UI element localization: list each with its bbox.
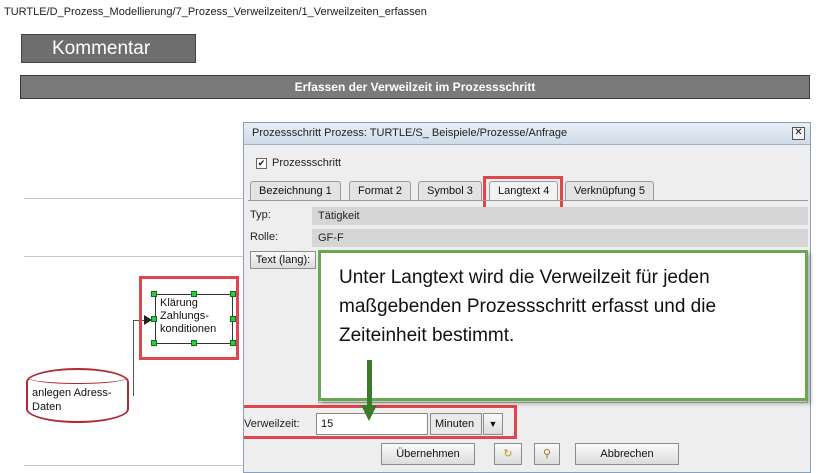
comment-button[interactable]: Kommentar (21, 34, 196, 63)
resize-handle-icon[interactable] (230, 316, 236, 322)
annotation-callout: Unter Langtext wird die Verweilzeit für … (318, 250, 808, 401)
tab-divider (248, 200, 808, 201)
text-lang-button[interactable]: Text (lang): (250, 251, 316, 269)
dialog-title: Prozessschritt Prozess: TURTLE/S_ Beispi… (244, 123, 810, 145)
tab-verknuepfung[interactable]: Verknüpfung 5 (565, 181, 654, 200)
tab-symbol[interactable]: Symbol 3 (418, 181, 482, 200)
swimlane-line (24, 256, 243, 257)
arrow-down-icon (361, 405, 377, 421)
process-step-checkbox[interactable]: ✔ (256, 158, 267, 169)
cancel-button[interactable]: Abbrechen (575, 443, 679, 465)
tab-format[interactable]: Format 2 (349, 181, 412, 200)
data-store-rim (26, 370, 129, 384)
data-store-label: anlegen Adress- Daten (32, 387, 112, 413)
section-title: Erfassen der Verweilzeit im Prozessschri… (20, 75, 810, 99)
resize-handle-icon[interactable] (191, 340, 197, 346)
node-line: Klärung (160, 297, 198, 309)
swimlane-line (24, 465, 243, 466)
arrow-shaft (367, 360, 372, 410)
node-line: Zahlungs- (160, 310, 209, 322)
verweilzeit-highlight (244, 405, 517, 439)
swimlane-line (24, 198, 243, 199)
connector-line (133, 320, 134, 396)
breadcrumb: TURTLE/D_Prozess_Modellierung/7_Prozess_… (4, 6, 427, 18)
rolle-value: GF-F (312, 229, 808, 247)
process-node-klaerung[interactable]: Klärung Zahlungs- konditionen (155, 294, 233, 344)
close-icon[interactable]: ✕ (792, 127, 805, 140)
resize-handle-icon[interactable] (191, 291, 197, 297)
refresh-icon[interactable]: ↻ (494, 443, 522, 465)
checkbox-label: Prozessschritt (272, 157, 342, 169)
rolle-label: Rolle: (250, 231, 279, 243)
resize-handle-icon[interactable] (230, 291, 236, 297)
typ-value: Tätigkeit (312, 207, 808, 225)
tab-highlight (483, 176, 563, 210)
attach-icon[interactable]: ⚲ (534, 443, 560, 465)
resize-handle-icon[interactable] (151, 340, 157, 346)
resize-handle-icon[interactable] (151, 316, 157, 322)
apply-button[interactable]: Übernehmen (381, 443, 475, 465)
resize-handle-icon[interactable] (230, 340, 236, 346)
tab-bezeichnung[interactable]: Bezeichnung 1 (250, 181, 341, 200)
node-line: konditionen (160, 323, 217, 335)
typ-label: Typ: (250, 209, 271, 221)
resize-handle-icon[interactable] (151, 291, 157, 297)
